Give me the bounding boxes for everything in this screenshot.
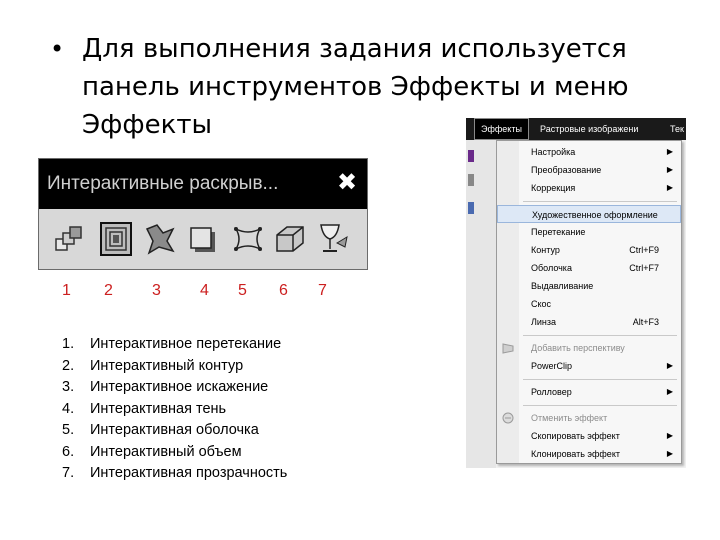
interactive-transparency-icon[interactable] bbox=[315, 221, 349, 257]
tool-row bbox=[53, 221, 363, 261]
interactive-blend-icon[interactable] bbox=[53, 221, 87, 257]
list-item: 6. Интерактивный объем bbox=[62, 443, 242, 460]
list-item: 1. Интерактивное перетекание bbox=[62, 336, 282, 352]
interactive-drop-shadow-icon[interactable] bbox=[185, 221, 219, 257]
menu-item-clone-effect[interactable]: Клонировать эффект ▶ bbox=[497, 445, 681, 463]
tool-number: 4 bbox=[200, 282, 209, 299]
tool-number: 2 bbox=[104, 282, 113, 299]
chevron-right-icon: ▶ bbox=[666, 165, 673, 174]
bullet-icon: • bbox=[50, 35, 65, 63]
toolbar-title: Интерактивные раскрыв... bbox=[39, 159, 367, 209]
menu-bar: Эффекты Растровые изображени Тек bbox=[466, 118, 686, 140]
menu-item-powerclip[interactable]: PowerClip ▶ bbox=[497, 357, 681, 375]
tool-number: 6 bbox=[279, 282, 288, 299]
list-item: 7. Интерактивная прозрачность bbox=[62, 465, 288, 481]
list-item: 2. Интерактивный контур bbox=[62, 357, 244, 374]
menu-item-extrude[interactable]: Выдавливание bbox=[497, 277, 681, 295]
menu-item-copy-effect[interactable]: Скопировать эффект ▶ bbox=[497, 427, 681, 445]
app-left-strip bbox=[466, 140, 496, 468]
list-item: 5. Интерактивная оболочка bbox=[62, 422, 259, 438]
menu-item-blend[interactable]: Перетекание bbox=[497, 223, 681, 241]
menu-effects[interactable]: Эффекты bbox=[474, 118, 529, 140]
strip-marker bbox=[468, 202, 474, 214]
close-icon[interactable]: ✖ bbox=[335, 169, 359, 195]
menu-item-envelope[interactable]: Оболочка Ctrl+F7 bbox=[497, 259, 681, 277]
menu-separator bbox=[523, 379, 677, 380]
menu-item-lens[interactable]: Линза Alt+F3 bbox=[497, 313, 681, 331]
menu-text[interactable]: Тек bbox=[670, 118, 684, 140]
chevron-right-icon: ▶ bbox=[666, 431, 673, 440]
effects-toolbar: Интерактивные раскрыв... ✖ bbox=[38, 158, 368, 270]
effects-dropdown: Настройка ▶ Преобразование ▶ Коррекция ▶ Ху… bbox=[496, 140, 682, 464]
interactive-distortion-icon[interactable] bbox=[143, 221, 177, 257]
strip-marker bbox=[468, 150, 474, 162]
clear-effect-icon bbox=[502, 412, 514, 424]
chevron-right-icon: ▶ bbox=[666, 387, 673, 396]
menu-item-contour[interactable]: Контур Ctrl+F9 bbox=[497, 241, 681, 259]
perspective-icon bbox=[502, 342, 514, 354]
tool-number: 1 bbox=[62, 282, 71, 299]
menu-separator bbox=[523, 405, 677, 406]
chevron-right-icon: ▶ bbox=[666, 183, 673, 192]
tool-numbers: 1 2 3 4 5 6 7 bbox=[0, 281, 380, 301]
menu-separator bbox=[523, 335, 677, 336]
list-item: 4. Интерактивная тень bbox=[62, 400, 227, 417]
tool-number: 3 bbox=[152, 282, 161, 299]
menu-item-bevel[interactable]: Скос bbox=[497, 295, 681, 313]
menu-item-correction[interactable]: Коррекция ▶ bbox=[497, 179, 681, 197]
menu-item-rollover[interactable]: Ролловер ▶ bbox=[497, 383, 681, 401]
interactive-contour-icon[interactable] bbox=[99, 221, 133, 257]
menu-bitmaps[interactable]: Растровые изображени bbox=[540, 118, 638, 140]
tools-list: 1. Интерактивное перетекание 2. Интерактив… bbox=[62, 334, 362, 485]
chevron-right-icon: ▶ bbox=[666, 361, 673, 370]
interactive-envelope-icon[interactable] bbox=[231, 221, 265, 257]
menu-item-add-perspective: Добавить перспективу bbox=[497, 339, 681, 357]
menu-item-adjust[interactable]: Настройка ▶ bbox=[497, 143, 681, 161]
chevron-right-icon: ▶ bbox=[666, 147, 673, 156]
menu-item-transform[interactable]: Преобразование ▶ bbox=[497, 161, 681, 179]
effects-menu-screenshot: Эффекты Растровые изображени Тек Настрой… bbox=[466, 118, 686, 468]
menu-item-artistic-media[interactable]: Художественное оформление bbox=[497, 205, 681, 223]
tool-number: 5 bbox=[238, 282, 247, 299]
interactive-extrude-icon[interactable] bbox=[273, 221, 307, 257]
list-item: 3. Интерактивное искажение bbox=[62, 379, 269, 395]
tool-number: 7 bbox=[318, 282, 327, 299]
chevron-right-icon: ▶ bbox=[666, 449, 673, 458]
menu-separator bbox=[523, 201, 677, 202]
menu-item-clear-effect: Отменить эффект bbox=[497, 409, 681, 427]
strip-marker bbox=[468, 174, 474, 186]
